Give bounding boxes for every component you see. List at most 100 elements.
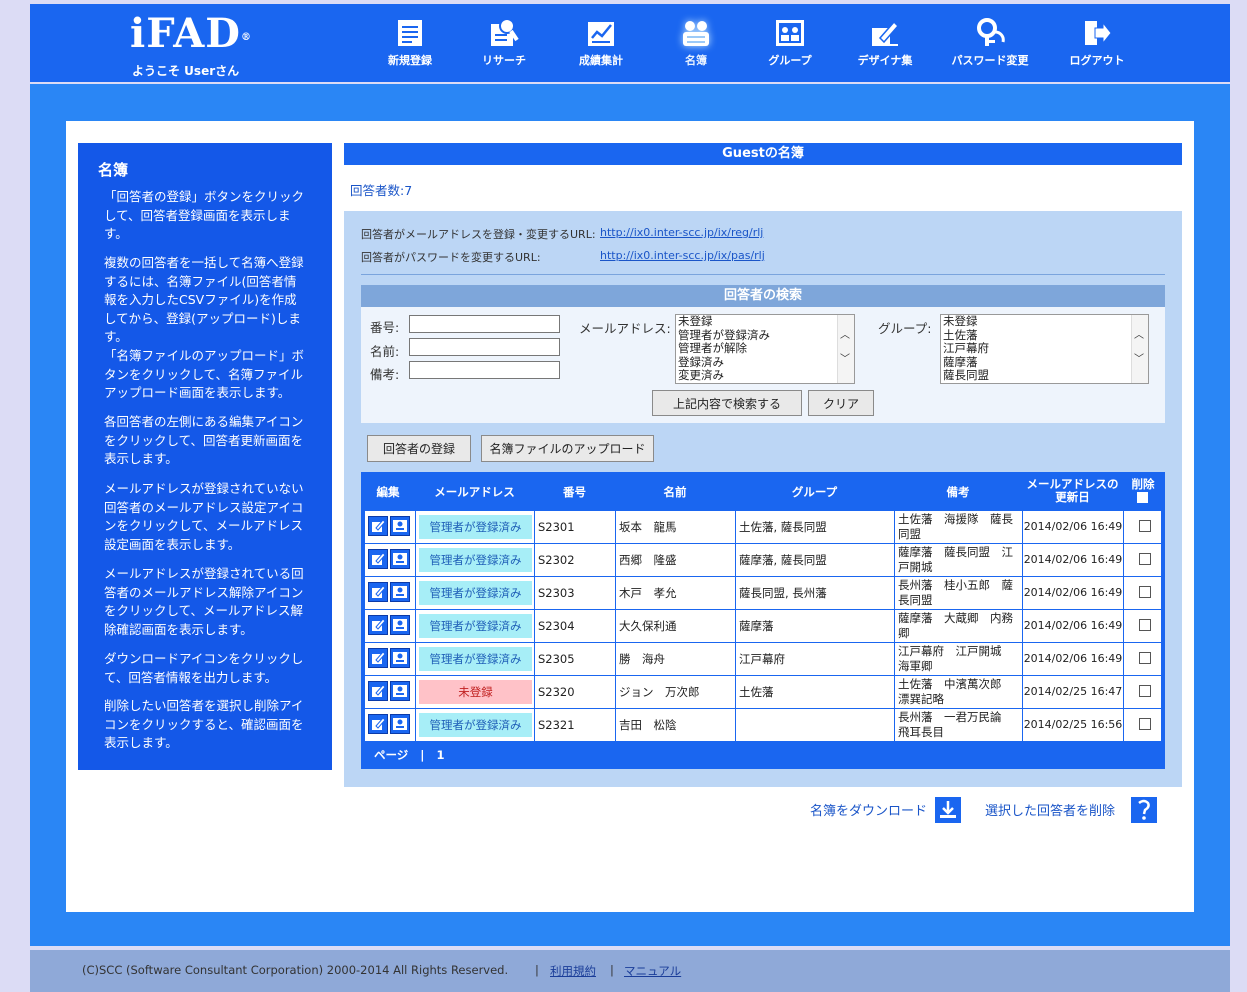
select-all-checkbox[interactable] [1137, 492, 1148, 503]
number-cell: S2303 [535, 577, 615, 609]
date-cell: 2014/02/06 16:49 [1023, 544, 1123, 576]
delete-checkbox[interactable] [1139, 586, 1151, 598]
download-icon[interactable] [935, 797, 961, 823]
delete-checkbox[interactable] [1139, 553, 1151, 565]
url-password-line: 回答者がパスワードを変更するURL: http://ix0.inter-scc.… [361, 249, 765, 264]
listbox-option[interactable]: 変更済み [676, 368, 854, 383]
listbox-option[interactable]: 管理者が登録済み [676, 328, 854, 343]
register-respondent-button[interactable]: 回答者の登録 [367, 435, 471, 462]
edit-icon[interactable] [368, 549, 388, 569]
edit-icon[interactable] [368, 615, 388, 635]
mail-unregister-icon[interactable] [390, 714, 410, 734]
edit-icon[interactable] [368, 681, 388, 701]
scrollbar[interactable]: ︿ ﹀ [1131, 315, 1148, 383]
number-cell: S2321 [535, 709, 615, 741]
mail-unregister-icon[interactable] [390, 648, 410, 668]
nav-password-change[interactable]: パスワード変更 [944, 18, 1036, 78]
delete-cell [1124, 643, 1161, 675]
edit-icon[interactable] [368, 648, 388, 668]
table-row: 管理者が登録済み S2304 大久保利通 薩摩藩 薩摩藩 大蔵卿 内務卿 2014/02/… [365, 610, 1161, 642]
group-cell: 薩摩藩, 薩長同盟 [736, 544, 894, 576]
help-sidebar: 名簿 「回答者の登録」ボタンをクリックして、回答者登録画面を表示します。 複数の… [78, 143, 332, 770]
delete-checkbox[interactable] [1139, 685, 1151, 697]
delete-checkbox[interactable] [1139, 652, 1151, 664]
chevron-up-icon[interactable]: ︿ [840, 329, 850, 343]
nav-designer[interactable]: デザイナ集 [848, 18, 922, 78]
mail-unregister-icon[interactable] [390, 615, 410, 635]
password-url-link[interactable]: http://ix0.inter-scc.jp/ix/pas/rlj [600, 249, 765, 262]
table-row: 未登録 S2320 ジョン 万次郎 土佐藩 土佐藩 中濱萬次郎 漂巽記略 2014/02/2… [365, 676, 1161, 708]
help-text: ダウンロードアイコンをクリックして、回答者情報を出力します。 [104, 651, 304, 685]
chevron-down-icon[interactable]: ﹀ [1134, 353, 1144, 367]
edit-cell [365, 709, 415, 741]
mail-unregister-icon[interactable] [390, 582, 410, 602]
number-label: 番号: [370, 320, 400, 335]
listbox-option[interactable]: 未登録 [676, 315, 854, 329]
listbox-option[interactable]: 江戸幕府 [941, 341, 1148, 356]
search-button[interactable]: 上記内容で検索する [652, 390, 802, 416]
number-cell: S2304 [535, 610, 615, 642]
nav-roster[interactable]: 名簿 [664, 18, 728, 78]
mail-status-cell: 管理者が登録済み [416, 709, 534, 741]
group-listbox[interactable]: 未登録 土佐藩 江戸幕府 薩摩藩 薩長同盟 ︿ ﹀ [940, 314, 1149, 384]
mail-setting-icon[interactable] [390, 681, 410, 701]
nav-research[interactable]: リサーチ [472, 18, 536, 78]
delete-cell [1124, 676, 1161, 708]
listbox-option[interactable]: 薩長同盟 [941, 368, 1148, 383]
mail-unregister-icon[interactable] [390, 549, 410, 569]
nav-group[interactable]: グループ [758, 18, 822, 78]
research-icon [489, 18, 519, 48]
group-cell: 薩長同盟, 長州藩 [736, 577, 894, 609]
manual-link[interactable]: マニュアル [624, 964, 681, 978]
download-roster-link[interactable]: 名簿をダウンロード [810, 800, 927, 819]
mail-filter-label: メールアドレス: [579, 321, 671, 336]
nav-tally[interactable]: 成績集計 [566, 18, 636, 78]
mail-status-listbox[interactable]: 未登録 管理者が登録済み 管理者が解除 登録済み 変更済み ︿ ﹀ [675, 314, 855, 384]
scrollbar[interactable]: ︿ ﹀ [837, 315, 854, 383]
group-cell: 江戸幕府 [736, 643, 894, 675]
delete-checkbox[interactable] [1139, 718, 1151, 730]
listbox-option[interactable]: 登録済み [676, 355, 854, 370]
note-cell: 長州藩 桂小五郎 薩長同盟 [895, 577, 1022, 609]
mail-unregister-icon[interactable] [390, 516, 410, 536]
chevron-down-icon[interactable]: ﹀ [840, 353, 850, 367]
date-cell: 2014/02/06 16:49 [1023, 610, 1123, 642]
register-url-link[interactable]: http://ix0.inter-scc.jp/ix/reg/rlj [600, 226, 763, 239]
edit-cell [365, 577, 415, 609]
group-cell: 土佐藩 [736, 676, 894, 708]
pager: ページ | 1 [374, 748, 445, 762]
search-header: 回答者の検索 [361, 285, 1165, 307]
delete-selected-link[interactable]: 選択した回答者を削除 [985, 800, 1115, 819]
chevron-up-icon[interactable]: ︿ [1134, 329, 1144, 343]
terms-link[interactable]: 利用規約 [550, 964, 596, 978]
edit-icon[interactable] [368, 516, 388, 536]
number-input[interactable] [409, 315, 560, 333]
designer-icon [870, 18, 900, 48]
edit-cell [365, 676, 415, 708]
group-cell [736, 709, 894, 741]
nav-logout[interactable]: ログアウト [1062, 18, 1132, 78]
edit-cell [365, 511, 415, 543]
delete-checkbox[interactable] [1139, 619, 1151, 631]
listbox-option[interactable]: 未登録 [941, 315, 1148, 329]
nav-new-registration[interactable]: 新規登録 [378, 18, 442, 78]
column-header-name: 名前 [663, 485, 687, 499]
edit-icon[interactable] [368, 714, 388, 734]
page-title: Guestの名簿 [344, 143, 1182, 165]
delete-checkbox[interactable] [1139, 520, 1151, 532]
upload-roster-button[interactable]: 名簿ファイルのアップロード [481, 435, 654, 462]
footer: (C)SCC (Software Consultant Corporation)… [30, 950, 1230, 992]
listbox-option[interactable]: 土佐藩 [941, 328, 1148, 343]
delete-icon[interactable] [1131, 797, 1157, 823]
clear-button[interactable]: クリア [808, 390, 874, 416]
edit-cell [365, 643, 415, 675]
note-input[interactable] [409, 361, 560, 379]
listbox-option[interactable]: 管理者が解除 [676, 341, 854, 356]
name-cell: 吉田 松陰 [616, 709, 735, 741]
date-cell: 2014/02/06 16:49 [1023, 643, 1123, 675]
edit-icon[interactable] [368, 582, 388, 602]
listbox-option[interactable]: 薩摩藩 [941, 355, 1148, 370]
column-header-note: 備考 [946, 485, 970, 499]
name-input[interactable] [409, 338, 560, 356]
page-link[interactable]: 1 [437, 748, 445, 762]
